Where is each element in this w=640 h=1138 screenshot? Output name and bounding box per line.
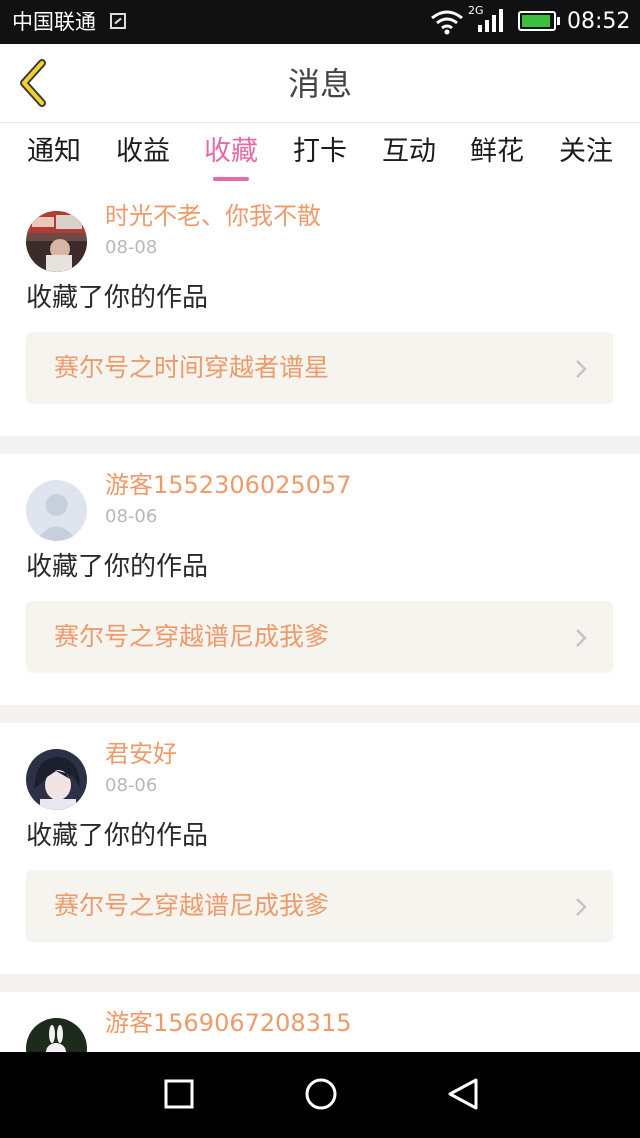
image-notification-icon <box>110 13 126 29</box>
avatar[interactable] <box>26 1018 87 1052</box>
tab-notifications[interactable]: 通知 <box>9 135 99 169</box>
wifi-icon <box>431 10 463 35</box>
tab-following[interactable]: 关注 <box>541 135 631 169</box>
tab-favorites[interactable]: 收藏 <box>186 135 276 169</box>
page-title: 消息 <box>287 65 352 103</box>
photo-avatar-icon <box>26 211 87 272</box>
rabbit-avatar-icon <box>26 1018 87 1052</box>
tab-flowers[interactable]: 鲜花 <box>452 135 542 169</box>
work-link[interactable]: 赛尔号之穿越谱尼成我爹 <box>26 601 613 673</box>
avatar[interactable] <box>26 211 87 272</box>
username[interactable]: 君安好 <box>105 739 177 769</box>
carrier-name: 中国联通 <box>12 10 96 34</box>
username[interactable]: 游客1569067208315 <box>105 1008 352 1038</box>
username[interactable]: 时光不老、你我不散 <box>105 201 321 231</box>
signal-icon <box>478 9 503 32</box>
avatar[interactable] <box>26 480 87 541</box>
avatar[interactable] <box>26 749 87 810</box>
divider <box>0 705 640 723</box>
chevron-right-icon <box>576 898 587 916</box>
status-bar: 中国联通 2G 08:52 <box>0 0 640 44</box>
list-item: 游客1552306025057 08-06 收藏了你的作品 赛尔号之穿越谱尼成我… <box>0 454 640 705</box>
app-header: 消息 <box>0 44 640 123</box>
back-triangle-icon[interactable] <box>446 1077 480 1111</box>
tab-earnings[interactable]: 收益 <box>98 135 188 169</box>
action-text: 收藏了你的作品 <box>26 283 209 313</box>
home-circle-icon[interactable] <box>304 1077 338 1111</box>
tab-interactions[interactable]: 互动 <box>364 135 454 169</box>
tab-bar: 通知 收益 收藏 打卡 互动 鲜花 关注 <box>0 123 640 185</box>
battery-cap <box>557 17 560 25</box>
item-date: 08-08 <box>105 237 158 258</box>
work-link[interactable]: 赛尔号之时间穿越者谱星 <box>26 332 613 404</box>
default-avatar-icon <box>26 480 87 541</box>
list-item: 时光不老、你我不散 08-08 收藏了你的作品 赛尔号之时间穿越者谱星 <box>0 185 640 436</box>
item-date: 08-06 <box>105 775 158 796</box>
list-item: 君安好 08-06 收藏了你的作品 赛尔号之穿越谱尼成我爹 <box>0 723 640 974</box>
tab-checkin[interactable]: 打卡 <box>275 135 365 169</box>
divider <box>0 436 640 454</box>
list-item: 游客1569067208315 <box>0 992 640 1052</box>
anime-avatar-icon <box>26 749 87 810</box>
work-link[interactable]: 赛尔号之穿越谱尼成我爹 <box>26 870 613 942</box>
chevron-right-icon <box>576 360 587 378</box>
action-text: 收藏了你的作品 <box>26 552 209 582</box>
work-title: 赛尔号之穿越谱尼成我爹 <box>54 622 330 651</box>
divider <box>0 974 640 992</box>
action-text: 收藏了你的作品 <box>26 821 209 851</box>
username[interactable]: 游客1552306025057 <box>105 470 352 500</box>
item-date: 08-06 <box>105 506 158 527</box>
recents-square-icon[interactable] <box>164 1077 194 1111</box>
work-title: 赛尔号之穿越谱尼成我爹 <box>54 891 330 920</box>
system-nav-bar <box>0 1052 640 1138</box>
status-time: 08:52 <box>567 9 631 34</box>
battery-charging-icon <box>518 11 556 31</box>
chevron-right-icon <box>576 629 587 647</box>
work-title: 赛尔号之时间穿越者谱星 <box>54 353 330 382</box>
active-tab-indicator <box>213 177 249 181</box>
